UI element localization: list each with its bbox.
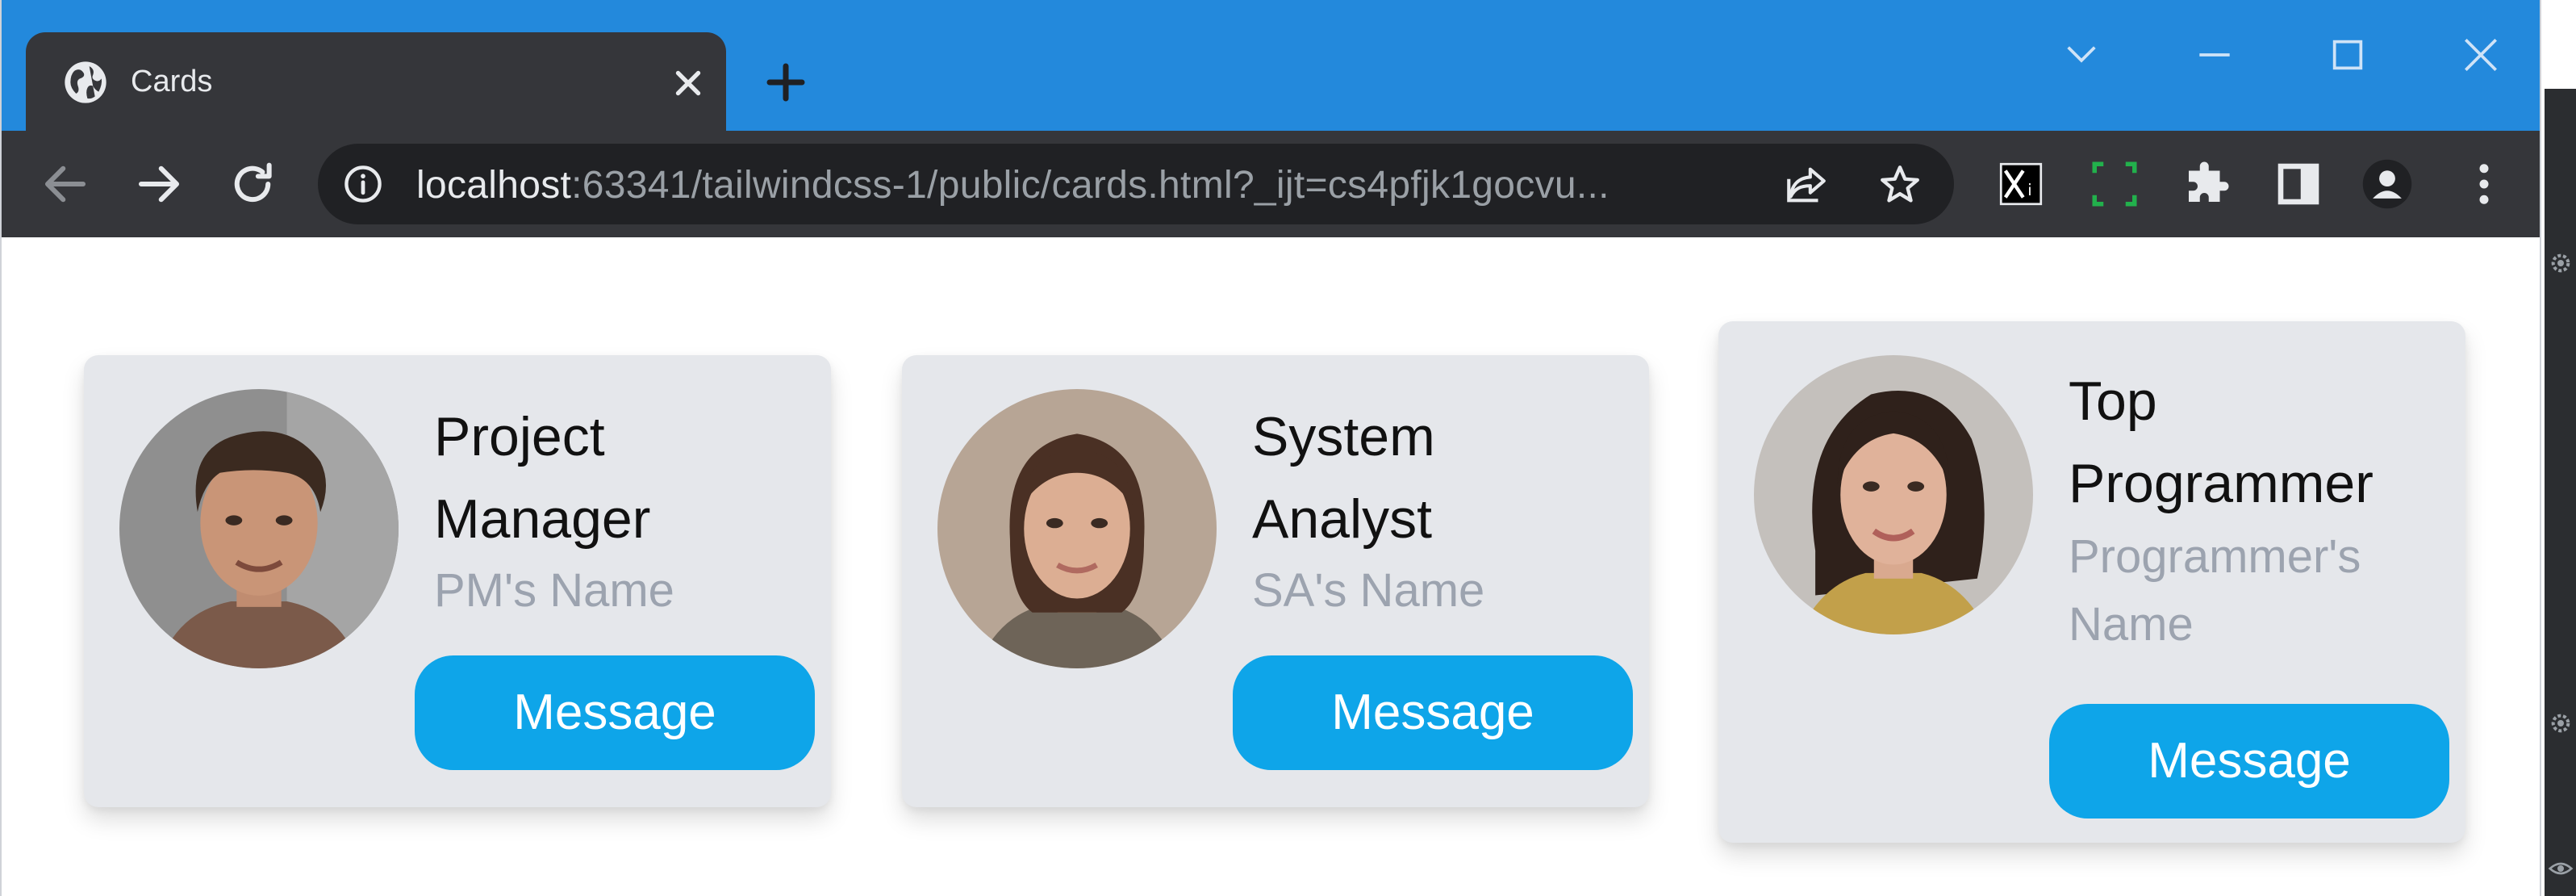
message-button[interactable]: Message	[2049, 704, 2449, 819]
person-name-line: Name	[2069, 598, 2194, 651]
gear-icon	[2551, 714, 2570, 733]
puzzle-icon[interactable]	[2180, 157, 2233, 211]
url-host: localhost	[416, 164, 572, 207]
arrow-right-icon[interactable]	[132, 157, 186, 211]
chevron-down-icon[interactable]	[2059, 32, 2104, 77]
message-button[interactable]: Message	[1233, 655, 1633, 770]
person-name-line: SA's Name	[1252, 564, 1485, 617]
close-icon[interactable]	[668, 63, 708, 103]
tab-title: Cards	[131, 65, 213, 98]
background-window-panel	[2545, 89, 2576, 896]
job-title-line: Top	[2069, 371, 2157, 432]
url-path: :63341/tailwindcss-1/public/cards.html?_…	[571, 164, 1609, 207]
gear-icon	[2551, 253, 2570, 273]
job-title-line: Project	[434, 406, 605, 467]
person-name-line: PM's Name	[434, 564, 674, 617]
background-window-edge	[2545, 0, 2576, 896]
tab-cards[interactable]: Cards	[26, 32, 726, 132]
person-name-line: Programmer's	[2069, 530, 2361, 583]
avatar	[1754, 355, 2033, 634]
profile-avatar-icon[interactable]	[2361, 157, 2414, 211]
plus-icon[interactable]	[762, 58, 810, 107]
eye-icon	[2548, 862, 2574, 875]
toolbar: localhost:63341/tailwindcss-1/public/car…	[2, 131, 2540, 237]
info-icon[interactable]	[342, 163, 384, 205]
title-bar: Cards	[2, 0, 2540, 132]
svg-text:i: i	[2027, 181, 2031, 199]
person-name: PM's Name	[434, 557, 813, 625]
kebab-menu-icon[interactable]	[2457, 157, 2511, 211]
xi-extension-icon[interactable]: i	[1994, 157, 2048, 211]
person-name: SA's Name	[1252, 557, 1631, 625]
profile-card: Top Programmer Programmer's Name Message	[1718, 321, 2465, 843]
job-title: System Analyst	[1252, 396, 1623, 560]
avatar	[119, 389, 399, 668]
job-title: Top Programmer	[2069, 360, 2440, 525]
address-bar[interactable]: localhost:63341/tailwindcss-1/public/car…	[318, 144, 1954, 224]
job-title-line: System	[1252, 406, 1435, 467]
reload-icon[interactable]	[226, 157, 279, 211]
person-name: Programmer's Name	[2069, 523, 2448, 659]
avatar	[937, 389, 1217, 668]
message-button[interactable]: Message	[415, 655, 815, 770]
maximize-icon[interactable]	[2325, 32, 2370, 77]
side-panel-icon[interactable]	[2272, 157, 2325, 211]
job-title-line: Analyst	[1252, 488, 1432, 550]
job-title-line: Programmer	[2069, 453, 2374, 514]
profile-card: Project Manager PM's Name Message	[84, 355, 831, 807]
profile-card: System Analyst SA's Name Message	[902, 355, 1649, 807]
close-icon[interactable]	[2458, 32, 2503, 77]
minimize-icon[interactable]	[2192, 32, 2237, 77]
arrow-left-icon[interactable]	[39, 157, 92, 211]
browser-window: Cards localhost:63341/tailwindcss-1/publ…	[0, 0, 2541, 896]
frame-extension-icon[interactable]	[2088, 157, 2141, 211]
globe-icon	[65, 61, 106, 103]
share-icon[interactable]	[1783, 161, 1830, 208]
star-icon[interactable]	[1877, 161, 1923, 208]
job-title-line: Manager	[434, 488, 651, 550]
page-content: Project Manager PM's Name Message System…	[2, 239, 2540, 896]
job-title: Project Manager	[434, 396, 805, 560]
url-text[interactable]: localhost:63341/tailwindcss-1/public/car…	[416, 163, 1609, 207]
